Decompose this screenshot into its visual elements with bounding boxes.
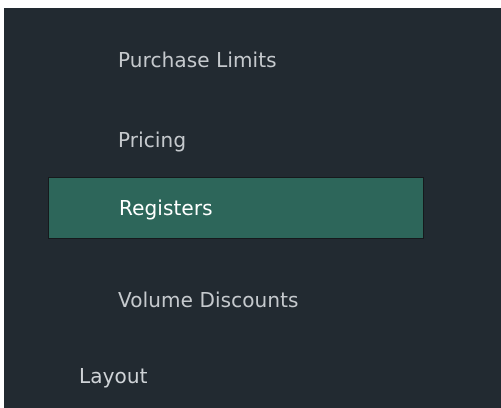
- nav-item-label: Volume Discounts: [118, 288, 299, 312]
- nav-item-label: Registers: [119, 196, 213, 220]
- nav-item-label: Pricing: [118, 128, 187, 152]
- nav-item-label: Purchase Limits: [118, 48, 277, 72]
- nav-item-pricing[interactable]: Pricing: [118, 118, 186, 162]
- nav-item-volume-discounts[interactable]: Volume Discounts: [118, 278, 299, 322]
- nav-item-purchase-limits[interactable]: Purchase Limits: [118, 38, 277, 82]
- settings-nav-panel: Purchase Limits Pricing Registers Volume…: [4, 8, 501, 408]
- nav-section-label: Layout: [79, 364, 148, 388]
- nav-section-layout[interactable]: Layout: [79, 354, 148, 398]
- nav-item-registers[interactable]: Registers: [48, 177, 424, 239]
